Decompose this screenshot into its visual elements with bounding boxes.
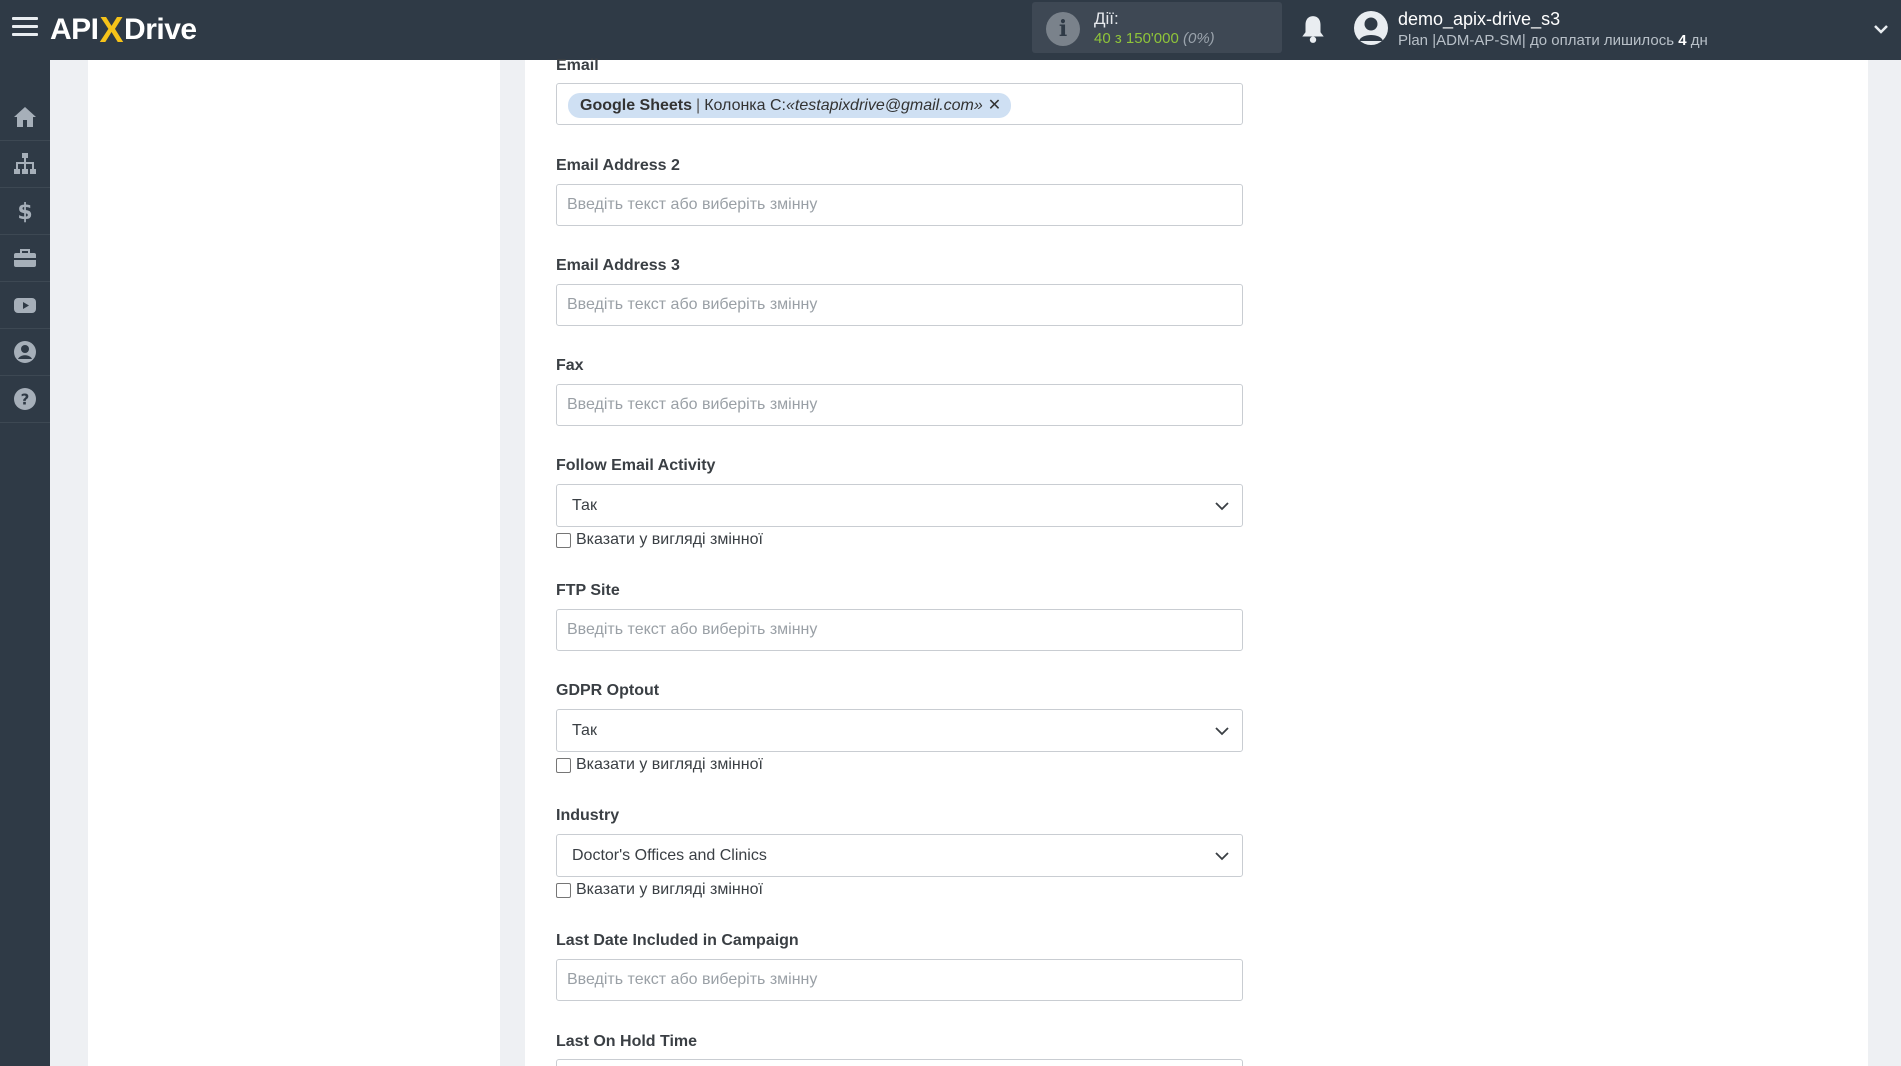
chevron-down-icon	[1215, 502, 1229, 511]
checkbox-label: Вказати у вигляді змінної	[576, 531, 763, 548]
follow-email-activity-label: Follow Email Activity	[556, 457, 716, 474]
industry-value: Doctor's Offices and Clinics	[572, 847, 767, 864]
checkbox[interactable]	[556, 757, 571, 773]
left-panel	[88, 60, 500, 1066]
email-address-3-field[interactable]: Введіть текст або виберіть змінну	[556, 284, 1243, 326]
sidebar-item-account[interactable]	[0, 329, 50, 376]
chevron-down-icon	[1215, 852, 1229, 861]
close-icon[interactable]: ✕	[988, 93, 1001, 118]
user-circle-icon	[14, 341, 36, 363]
tag-separator: |	[696, 97, 701, 114]
industry-label: Industry	[556, 807, 620, 824]
variable-tag[interactable]: Google Sheets | Колонка С: «testapixdrive@…	[568, 93, 1012, 118]
email-address-2-field[interactable]: Введіть текст або виберіть змінну	[556, 184, 1243, 226]
info-icon: i	[1046, 12, 1080, 46]
tag-column: Колонка С:	[704, 97, 786, 114]
sidebar-item-home[interactable]	[0, 94, 50, 141]
last-on-hold-time-field[interactable]	[556, 1059, 1243, 1066]
email-address-2-label: Email Address 2	[556, 157, 680, 174]
youtube-icon	[14, 298, 36, 313]
sidebar-item-billing[interactable]: $	[0, 188, 50, 235]
user-icon	[1359, 17, 1383, 41]
gdpr-optout-value: Так	[572, 722, 597, 739]
question-circle-icon: ?	[14, 388, 36, 410]
logo[interactable]: API X Drive	[50, 9, 197, 50]
actions-percent: (0%)	[1183, 30, 1215, 47]
checkbox[interactable]	[556, 532, 571, 548]
sidebar: $ ?	[0, 60, 50, 1066]
tag-value: «testapixdrive@gmail.com»	[786, 97, 983, 114]
actions-count-value: 40 з 150'000	[1094, 30, 1179, 47]
checkbox-label: Вказати у вигляді змінної	[576, 881, 763, 898]
plan-info: Plan |ADM-AP-SM| до оплати лишилось 4 дн	[1398, 32, 1708, 49]
dollar-icon: $	[17, 200, 32, 224]
last-on-hold-time-label: Last On Hold Time	[556, 1033, 698, 1050]
briefcase-icon	[14, 249, 36, 267]
email-address-3-label: Email Address 3	[556, 257, 680, 274]
avatar[interactable]	[1354, 11, 1388, 45]
menu-icon[interactable]	[12, 17, 38, 39]
sitemap-icon	[14, 153, 36, 174]
plan-unit: дн	[1686, 32, 1708, 49]
tag-source: Google Sheets	[580, 97, 693, 114]
sidebar-item-services[interactable]	[0, 235, 50, 282]
checkbox-label: Вказати у вигляді змінної	[576, 756, 763, 773]
logo-text-api: API	[50, 13, 99, 46]
follow-email-variable-checkbox[interactable]: Вказати у вигляді змінної	[556, 531, 763, 549]
bell-icon[interactable]	[1300, 14, 1326, 44]
last-date-campaign-label: Last Date Included in Campaign	[556, 932, 799, 949]
svg-text:$: $	[17, 200, 32, 224]
chevron-down-icon[interactable]	[1872, 20, 1890, 38]
follow-email-activity-value: Так	[572, 497, 597, 514]
svg-text:?: ?	[21, 391, 30, 409]
logo-text-drive: Drive	[124, 13, 197, 46]
actions-count: 40 з 150'000 (0%)	[1094, 30, 1215, 47]
actions-counter[interactable]: i Дії: 40 з 150'000 (0%)	[1032, 2, 1282, 53]
sidebar-item-connections[interactable]	[0, 141, 50, 188]
gdpr-optout-select[interactable]: Так	[556, 709, 1243, 752]
plan-days: 4	[1678, 32, 1687, 49]
username[interactable]: demo_apix-drive_s3	[1398, 9, 1560, 30]
actions-label: Дії:	[1094, 9, 1119, 28]
fax-field[interactable]: Введіть текст або виберіть змінну	[556, 384, 1243, 426]
industry-select[interactable]: Doctor's Offices and Clinics	[556, 834, 1243, 877]
logo-text-x: X	[99, 9, 124, 50]
ftp-site-field[interactable]: Введіть текст або виберіть змінну	[556, 609, 1243, 651]
follow-email-activity-select[interactable]: Так	[556, 484, 1243, 527]
gdpr-variable-checkbox[interactable]: Вказати у вигляді змінної	[556, 756, 763, 774]
sidebar-item-help[interactable]: ?	[0, 376, 50, 423]
checkbox[interactable]	[556, 882, 571, 898]
email-label: Email	[556, 57, 599, 74]
chevron-down-icon	[1215, 727, 1229, 736]
sidebar-item-video[interactable]	[0, 282, 50, 329]
fax-label: Fax	[556, 357, 584, 374]
last-date-campaign-field[interactable]: Введіть текст або виберіть змінну	[556, 959, 1243, 1001]
industry-variable-checkbox[interactable]: Вказати у вигляді змінної	[556, 881, 763, 899]
gdpr-optout-label: GDPR Optout	[556, 682, 660, 699]
top-bar: API X Drive i Дії: 40 з 150'000 (0%) demo_…	[0, 0, 1901, 60]
ftp-site-label: FTP Site	[556, 582, 620, 599]
home-icon	[14, 107, 36, 127]
plan-text: Plan |ADM-AP-SM| до оплати лишилось	[1398, 32, 1679, 49]
